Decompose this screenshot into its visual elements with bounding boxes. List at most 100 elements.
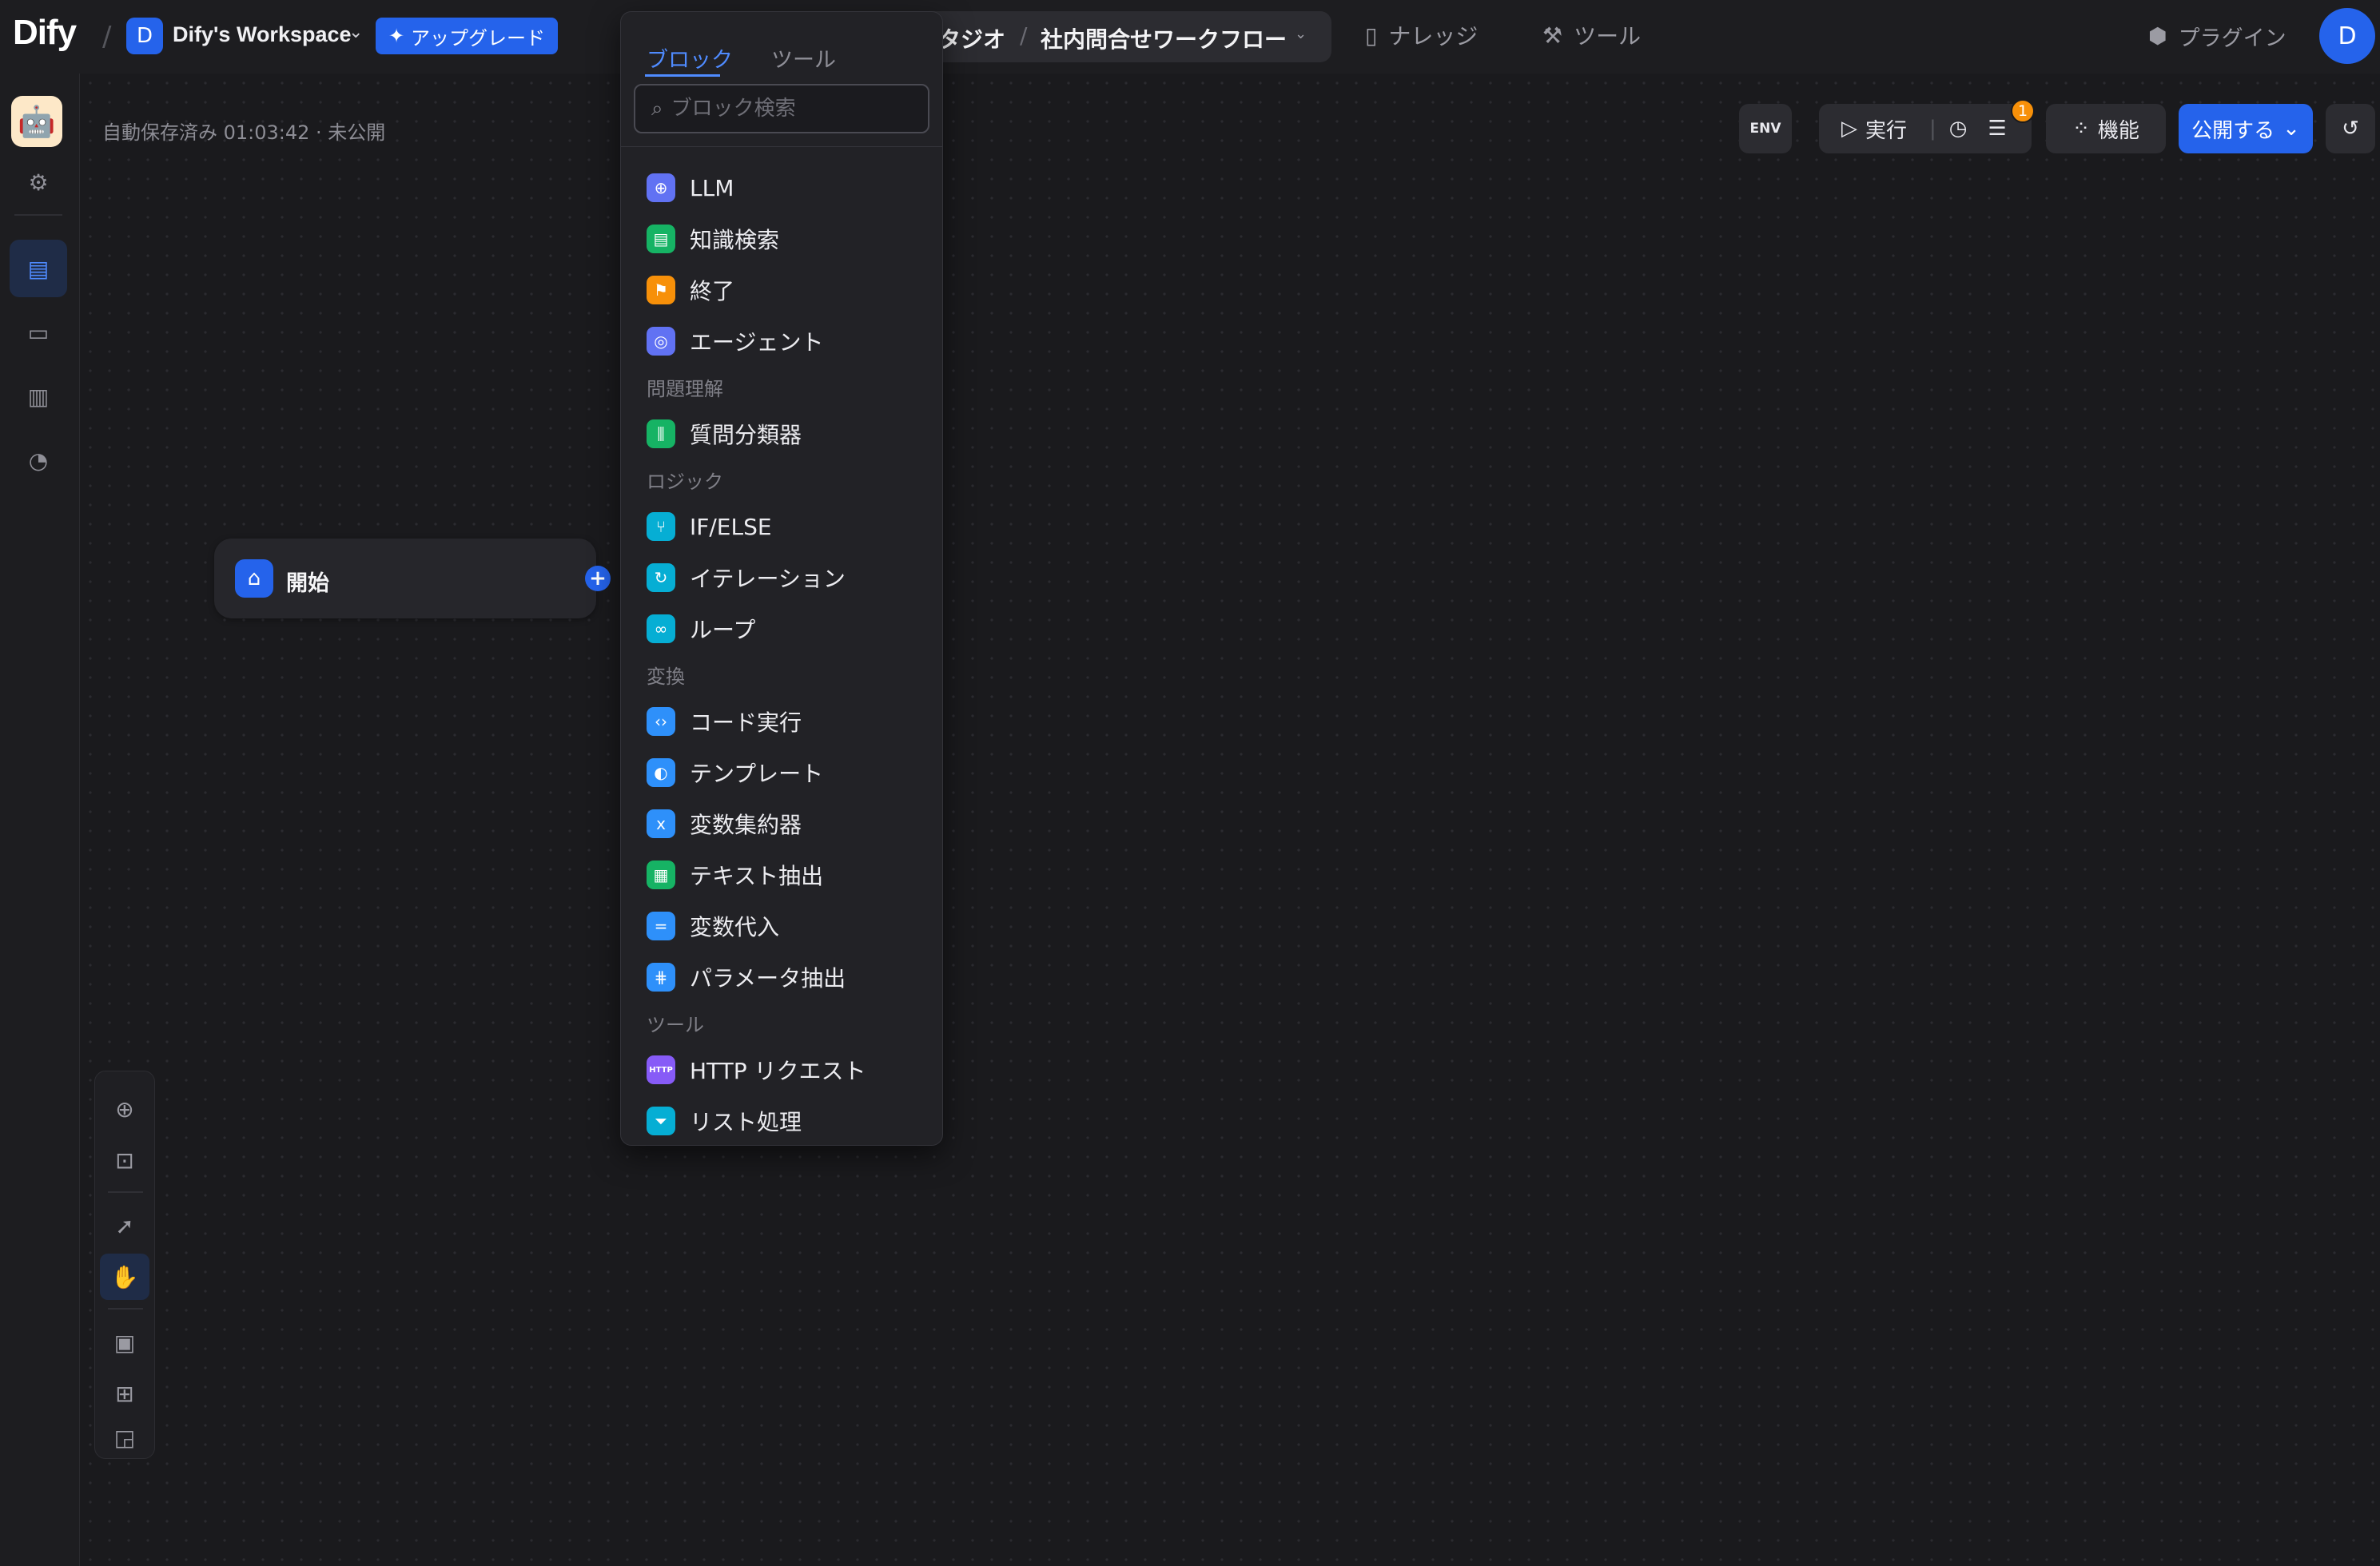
block-item[interactable]: ∞ ループ <box>637 606 926 651</box>
block-group-heading: ロジック <box>647 471 723 493</box>
block-item-label: IF/ELSE <box>690 513 772 540</box>
aggregator-icon: x <box>647 809 675 838</box>
block-item-label: コード実行 <box>690 709 802 736</box>
tab-tools[interactable]: ツール <box>771 42 836 74</box>
sidebar-item-monitoring[interactable]: ◔ <box>10 431 67 489</box>
add-note-icon[interactable]: ⊡ <box>100 1137 149 1183</box>
home-icon: ⌂ <box>235 559 273 598</box>
workspace-avatar[interactable]: D <box>126 18 163 54</box>
block-search-box[interactable]: ⌕ <box>634 84 929 133</box>
sidebar-item-orchestrate[interactable]: ▤ <box>10 240 67 297</box>
http-icon: HTTP <box>647 1055 675 1084</box>
classifier-icon: ⫼ <box>647 419 675 448</box>
organize-blocks-icon[interactable]: ⊞ <box>100 1370 149 1417</box>
block-item[interactable]: ⫼ 質問分類器 <box>637 411 926 456</box>
block-item[interactable]: ◐ テンプレート <box>637 750 926 795</box>
block-item-label: エージェント <box>690 329 824 356</box>
nav-knowledge[interactable]: ▯ ナレッジ <box>1365 19 1478 51</box>
export-image-icon[interactable]: ▣ <box>100 1319 149 1365</box>
active-tab-indicator <box>645 74 720 77</box>
autosave-status: 自動保存済み 01:03:42 · 未公開 <box>102 121 386 144</box>
add-block-icon[interactable]: ⊕ <box>100 1086 149 1132</box>
block-group-heading: 問題理解 <box>647 378 723 400</box>
block-item[interactable]: ◎ エージェント <box>637 319 926 364</box>
top-bar: Dify / D Dify's Workspace ⌄ ✦ アップグレード タジ… <box>0 0 2380 74</box>
block-item[interactable]: ⑂ IF/ELSE <box>637 504 926 549</box>
tool-icon: ⚒ <box>1542 22 1563 49</box>
minimap-icon[interactable]: ◲ <box>100 1421 149 1453</box>
robot-app-icon[interactable]: 🤖 <box>11 96 62 147</box>
workflow-canvas[interactable] <box>81 74 2380 1566</box>
cube-icon: ⬢ <box>2148 24 2167 49</box>
app-name[interactable]: 社内問合せワークフロー <box>1041 22 1287 54</box>
search-icon: ⌕ <box>651 96 663 121</box>
breadcrumb-separator: / <box>1020 22 1028 49</box>
block-search-input[interactable] <box>671 97 911 121</box>
env-icon: ENV <box>1749 121 1781 137</box>
start-node[interactable]: ⌂ 開始 <box>214 539 596 618</box>
block-item-label: HTTP リクエスト <box>690 1058 866 1084</box>
assign-icon: = <box>647 912 675 940</box>
version-history-button[interactable]: ↺ <box>2326 104 2375 153</box>
gauge-icon: ◔ <box>28 447 49 474</box>
sidebar-item-logs[interactable]: ▥ <box>10 368 67 425</box>
block-item-label: 変数代入 <box>690 914 780 940</box>
env-button[interactable]: ENV <box>1739 104 1792 153</box>
loop-icon: ∞ <box>647 614 675 643</box>
features-button[interactable]: ⁘ 機能 <box>2046 104 2166 153</box>
history-clock-icon[interactable]: ◷ <box>1949 117 1968 141</box>
agent-icon: ◎ <box>647 327 675 356</box>
canvas-tool-panel: ⊕ ⊡ ➚ ✋ ▣ ⊞ ◲ <box>94 1071 155 1459</box>
pointer-icon[interactable]: ➚ <box>100 1202 149 1249</box>
block-item[interactable]: ⏷ リスト処理 <box>637 1099 926 1143</box>
block-item[interactable]: ‹› コード実行 <box>637 699 926 744</box>
sidebar-item-api[interactable]: ▭ <box>10 304 67 361</box>
block-item[interactable]: = 変数代入 <box>637 904 926 948</box>
block-item-label: 質問分類器 <box>690 422 802 448</box>
document-icon: ▥ <box>27 383 50 410</box>
start-node-label: 開始 <box>286 571 329 596</box>
toolbar-separator: | <box>1929 117 1936 141</box>
block-item[interactable]: ⚑ 終了 <box>637 268 926 312</box>
ifelse-icon: ⑂ <box>647 512 675 541</box>
block-item-label: リスト処理 <box>690 1109 802 1135</box>
chevron-down-icon: ⌄ <box>2282 117 2300 141</box>
block-item[interactable]: x 変数集約器 <box>637 801 926 846</box>
end-icon: ⚑ <box>647 276 675 304</box>
checklist-icon[interactable]: ☰ <box>1988 117 2006 141</box>
chevron-down-icon[interactable]: ⌄ <box>1295 26 1307 42</box>
plugin-button[interactable]: ⬢ プラグイン <box>2148 21 2286 52</box>
block-item[interactable]: ▦ テキスト抽出 <box>637 853 926 897</box>
tab-blocks[interactable]: ブロック <box>647 42 733 74</box>
block-item[interactable]: HTTP HTTP リクエスト <box>637 1047 926 1092</box>
play-icon[interactable]: ▷ <box>1841 117 1857 141</box>
block-item[interactable]: ⊕ LLM <box>637 165 926 210</box>
chevron-down-icon[interactable]: ⌄ <box>348 22 363 42</box>
list-filter-icon: ⏷ <box>647 1107 675 1135</box>
block-group-heading: ツール <box>647 1014 704 1036</box>
block-item-label: パラメータ抽出 <box>690 965 846 992</box>
code-icon: ‹› <box>647 707 675 736</box>
block-item[interactable]: ⋕ パラメータ抽出 <box>637 955 926 1000</box>
user-avatar[interactable]: D <box>2319 8 2375 64</box>
run-button[interactable]: 実行 <box>1865 114 1907 144</box>
block-item[interactable]: ↻ イテレーション <box>637 555 926 600</box>
block-picker-popover: ブロック ツール ⌕ ⊕ LLM ▤ 知識検索 ⚑ 終了 ◎ エージェント問題理解 ⫼ 質問分類器… <box>620 11 943 1146</box>
book-icon: ▯ <box>1365 22 1378 49</box>
settings-sliders-icon[interactable]: ⚙ <box>10 160 67 205</box>
block-item-label: テンプレート <box>690 761 824 787</box>
block-item-label: テキスト抽出 <box>690 863 824 889</box>
publish-button[interactable]: 公開する ⌄ <box>2179 104 2313 153</box>
dify-logo[interactable]: Dify <box>13 13 77 53</box>
block-item[interactable]: ▤ 知識検索 <box>637 217 926 261</box>
workspace-name[interactable]: Dify's Workspace <box>173 22 352 47</box>
upgrade-button[interactable]: ✦ アップグレード <box>376 18 558 54</box>
checklist-badge: 1 <box>2011 99 2035 123</box>
sidebar-divider <box>14 214 62 216</box>
studio-link[interactable]: タジオ <box>938 22 1005 54</box>
block-item-label: 知識検索 <box>690 227 780 253</box>
nav-tools[interactable]: ⚒ ツール <box>1542 19 1641 51</box>
hand-icon[interactable]: ✋ <box>100 1254 149 1300</box>
app-sidebar: 🤖 ⚙ ▤ ▭ ▥ ◔ <box>0 74 80 1566</box>
add-node-plus-icon[interactable]: + <box>585 566 611 591</box>
